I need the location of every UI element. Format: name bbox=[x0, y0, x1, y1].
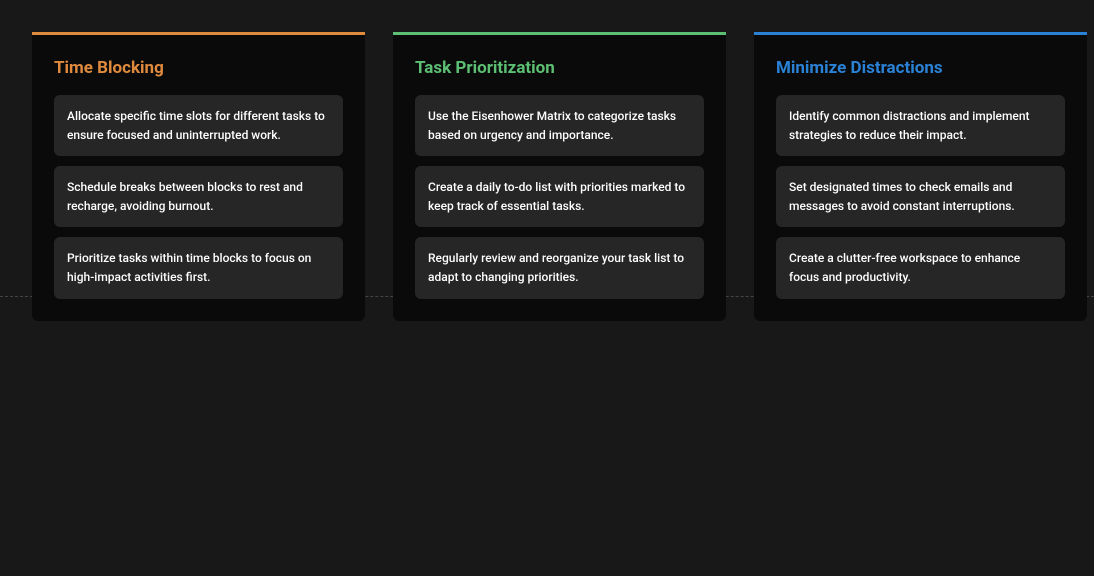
card-item: Prioritize tasks within time blocks to f… bbox=[54, 237, 343, 298]
card-item: Set designated times to check emails and… bbox=[776, 166, 1065, 227]
card-title: Task Prioritization bbox=[415, 57, 704, 79]
card-item: Allocate specific time slots for differe… bbox=[54, 95, 343, 156]
card-item: Schedule breaks between blocks to rest a… bbox=[54, 166, 343, 227]
card-item: Identify common distractions and impleme… bbox=[776, 95, 1065, 156]
card-time-blocking: Time Blocking Allocate specific time slo… bbox=[32, 32, 365, 321]
card-task-prioritization: Task Prioritization Use the Eisenhower M… bbox=[393, 32, 726, 321]
cards-row: Time Blocking Allocate specific time slo… bbox=[0, 0, 1094, 321]
card-item: Create a daily to-do list with prioritie… bbox=[415, 166, 704, 227]
card-item: Create a clutter-free workspace to enhan… bbox=[776, 237, 1065, 298]
card-title: Time Blocking bbox=[54, 57, 343, 79]
card-item: Regularly review and reorganize your tas… bbox=[415, 237, 704, 298]
card-minimize-distractions: Minimize Distractions Identify common di… bbox=[754, 32, 1087, 321]
card-item: Use the Eisenhower Matrix to categorize … bbox=[415, 95, 704, 156]
card-title: Minimize Distractions bbox=[776, 57, 1065, 79]
